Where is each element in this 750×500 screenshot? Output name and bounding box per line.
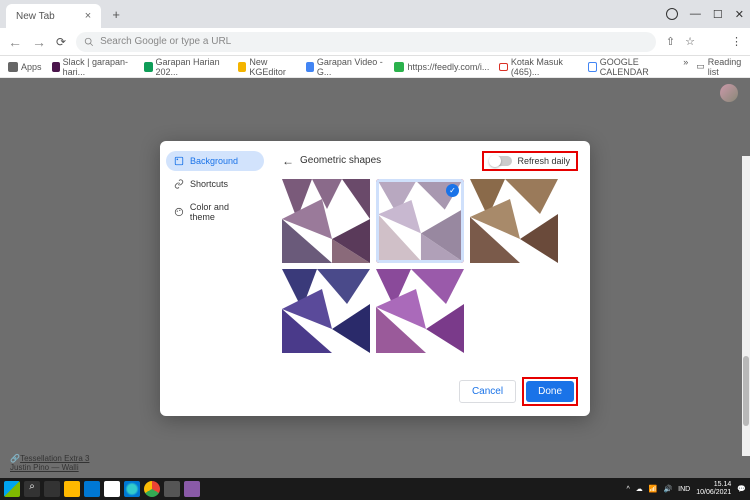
store-icon[interactable]: [104, 481, 120, 497]
taskbar: ⌕ ^ ☁ 📶 🔊 IND 15.14 10/06/2021 💬: [0, 478, 750, 500]
bg-thumb-1[interactable]: [282, 179, 370, 263]
dialog-sidebar: Background Shortcuts Color and theme: [160, 141, 270, 416]
sidebar-item-shortcuts[interactable]: Shortcuts: [166, 174, 264, 194]
maximize-button[interactable]: ☐: [713, 8, 723, 21]
toggle-switch[interactable]: [490, 156, 512, 166]
mail-icon[interactable]: [84, 481, 100, 497]
check-icon: ✓: [446, 184, 459, 197]
feedly-icon: [394, 62, 404, 72]
reading-list-button[interactable]: ▭Reading list: [696, 57, 742, 77]
new-tab-button[interactable]: +: [107, 5, 125, 23]
refresh-daily-toggle[interactable]: Refresh daily: [482, 151, 578, 171]
titlebar: New Tab × + ― ☐ ✕: [0, 0, 750, 28]
reading-icon: ▭: [696, 61, 705, 72]
sidebar-item-color[interactable]: Color and theme: [166, 197, 264, 227]
omnibox-placeholder: Search Google or type a URL: [100, 36, 231, 47]
palette-icon: [174, 207, 184, 217]
search-icon: [84, 37, 94, 47]
sheets-icon: [144, 62, 152, 72]
bookmark-star-icon[interactable]: ☆: [685, 35, 695, 48]
dialog-header: ← Geometric shapes Refresh daily: [282, 151, 578, 171]
back-arrow-button[interactable]: ←: [282, 154, 294, 168]
address-bar[interactable]: Search Google or type a URL: [76, 32, 656, 52]
bookmark-gmail[interactable]: Kotak Masuk (465)...: [499, 57, 578, 77]
bookmark-kgeditor[interactable]: New KGEditor: [238, 57, 296, 77]
start-button[interactable]: [4, 481, 20, 497]
forward-button[interactable]: →: [32, 34, 46, 50]
slack-icon: [52, 62, 60, 72]
page-avatar[interactable]: [720, 84, 738, 102]
close-tab-icon[interactable]: ×: [85, 10, 91, 22]
window-controls: ― ☐ ✕: [666, 8, 744, 21]
bg-thumb-5[interactable]: [376, 269, 464, 353]
bookmark-calendar[interactable]: GOOGLE CALENDAR: [588, 57, 673, 77]
cancel-button[interactable]: Cancel: [459, 380, 516, 403]
docs-icon: [306, 62, 314, 72]
page-content: 🔗 Tessellation Extra 3 Justin Pino — Wal…: [0, 78, 750, 478]
minimize-button[interactable]: ―: [690, 8, 701, 20]
tray-chevron-icon[interactable]: ^: [626, 486, 629, 493]
bookmark-sheets[interactable]: Garapan Harian 202...: [144, 57, 228, 77]
reload-button[interactable]: ⟳: [56, 35, 66, 49]
gmail-icon: [499, 63, 507, 71]
pencil-icon: [238, 62, 246, 72]
snip-icon[interactable]: [164, 481, 180, 497]
record-icon[interactable]: [666, 8, 678, 20]
back-button[interactable]: ←: [8, 34, 22, 50]
tab-title: New Tab: [16, 11, 55, 22]
browser-tab[interactable]: New Tab ×: [6, 4, 101, 28]
wallpaper-credit: 🔗 Tessellation Extra 3 Justin Pino — Wal…: [10, 454, 89, 472]
customize-dialog: Background Shortcuts Color and theme ← G…: [160, 141, 590, 416]
bookmark-feedly[interactable]: https://feedly.com/i...: [394, 62, 489, 72]
tray-lang[interactable]: IND: [678, 486, 690, 493]
link-icon: [174, 179, 184, 189]
sidebar-item-background[interactable]: Background: [166, 151, 264, 171]
calendar-icon: [588, 62, 597, 72]
bookmark-slack[interactable]: Slack | garapan-hari...: [52, 57, 135, 77]
toolbar: ← → ⟳ Search Google or type a URL ⇧ ☆ ⋮: [0, 28, 750, 56]
paint-icon[interactable]: [184, 481, 200, 497]
scrollbar-thumb[interactable]: [743, 356, 749, 426]
bookmark-overflow-icon[interactable]: »: [683, 57, 688, 77]
profile-avatar[interactable]: [705, 34, 721, 50]
chrome-icon[interactable]: [144, 481, 160, 497]
bg-thumb-3[interactable]: [470, 179, 558, 263]
link-icon: 🔗: [10, 454, 18, 462]
apps-icon: [8, 62, 18, 72]
done-button[interactable]: Done: [526, 381, 574, 402]
taskview-icon[interactable]: [44, 481, 60, 497]
tray-clock[interactable]: 15.14 10/06/2021: [696, 481, 731, 496]
apps-button[interactable]: Apps: [8, 62, 42, 72]
share-icon[interactable]: ⇧: [666, 35, 675, 48]
credit-author-link[interactable]: Justin Pino — Walli: [10, 463, 79, 472]
scrollbar[interactable]: [742, 156, 750, 456]
tray-notifications-icon[interactable]: 💬: [737, 485, 746, 493]
dialog-main: ← Geometric shapes Refresh daily ✓: [270, 141, 590, 416]
done-highlight: Done: [522, 377, 578, 406]
bookmarks-bar: Apps Slack | garapan-hari... Garapan Har…: [0, 56, 750, 78]
explorer-icon[interactable]: [64, 481, 80, 497]
edge-icon[interactable]: [124, 481, 140, 497]
menu-icon[interactable]: ⋮: [731, 35, 742, 48]
bookmark-video[interactable]: Garapan Video - G...: [306, 57, 385, 77]
tray-cloud-icon[interactable]: ☁: [636, 485, 643, 493]
bg-thumb-4[interactable]: [282, 269, 370, 353]
search-taskbar-icon[interactable]: ⌕: [24, 481, 40, 497]
close-window-button[interactable]: ✕: [735, 8, 744, 21]
tray-wifi-icon[interactable]: 📶: [649, 485, 658, 493]
image-icon: [174, 156, 184, 166]
dialog-footer: Cancel Done: [282, 377, 578, 406]
tray-volume-icon[interactable]: 🔊: [663, 485, 672, 493]
system-tray: ^ ☁ 📶 🔊 IND 15.14 10/06/2021 💬: [626, 481, 746, 496]
credit-title-link[interactable]: Tessellation Extra 3: [20, 454, 89, 463]
dialog-title: Geometric shapes: [300, 155, 381, 166]
background-grid: ✓: [282, 179, 578, 353]
bg-thumb-2-selected[interactable]: ✓: [376, 179, 464, 263]
